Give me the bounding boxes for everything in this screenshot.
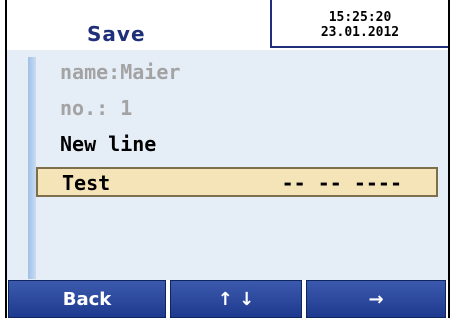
right-arrow-button[interactable]: → [306, 280, 446, 318]
list-item-name: name:Maier [60, 60, 181, 84]
scroll-indicator-bar [28, 57, 36, 279]
content-panel [7, 50, 448, 280]
device-screen: Save 15:25:20 23.01.2012 name:Maier no.:… [0, 0, 455, 318]
header: Save 15:25:20 23.01.2012 [7, 0, 448, 50]
list-item-new-line[interactable]: New line [60, 132, 156, 156]
softkey-bar: Back ↑ ↓ → [7, 280, 448, 318]
time-display: 15:25:20 [328, 10, 392, 25]
datetime-box: 15:25:20 23.01.2012 [270, 0, 448, 48]
back-button[interactable]: Back [8, 280, 166, 318]
selected-item-value: -- -- ---- [281, 171, 402, 195]
up-down-arrows-button[interactable]: ↑ ↓ [170, 280, 302, 318]
selected-item-label: Test [62, 171, 111, 195]
list-item-selected[interactable]: Test -- -- ---- [36, 167, 438, 197]
page-title: Save [87, 22, 146, 46]
date-display: 23.01.2012 [320, 25, 400, 40]
list-item-number: no.: 1 [60, 96, 133, 120]
frame-right-border [448, 0, 450, 318]
